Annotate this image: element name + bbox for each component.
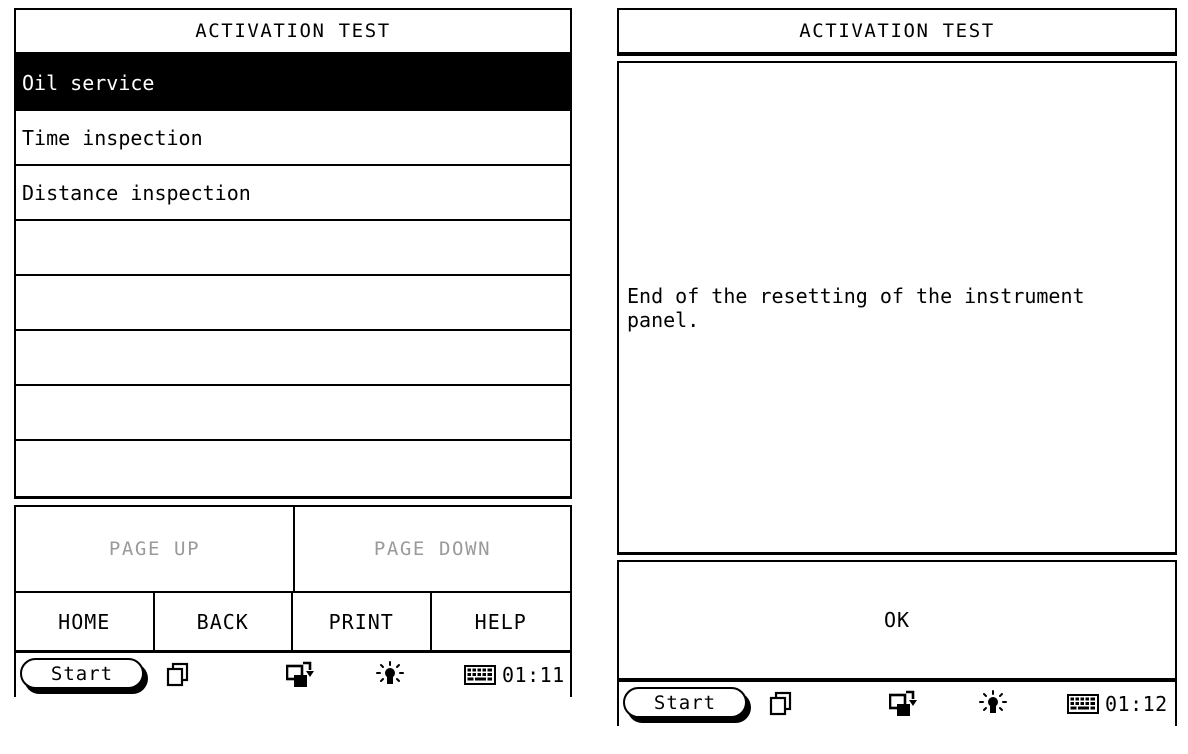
taskbar: Start	[14, 653, 572, 697]
home-button[interactable]: HOME	[16, 593, 155, 650]
brightness-icon[interactable]	[376, 661, 404, 689]
list-item[interactable]	[16, 276, 570, 331]
navigation-button-row: HOME BACK PRINT HELP	[14, 593, 572, 653]
start-button[interactable]: Start	[20, 658, 148, 694]
right-device-panel: ACTIVATION TEST End of the resetting of …	[617, 8, 1177, 748]
list-item[interactable]: Oil service	[16, 56, 570, 111]
device-screenshot: ACTIVATION TEST Oil service Time inspecti…	[0, 0, 1188, 754]
clock: 01:11	[502, 663, 565, 687]
start-button-label: Start	[623, 687, 747, 718]
print-button[interactable]: PRINT	[293, 593, 432, 650]
screen-rotate-icon[interactable]	[286, 661, 316, 689]
list-item[interactable]	[16, 441, 570, 496]
page-up-button[interactable]: PAGE UP	[16, 507, 293, 591]
start-button-label: Start	[20, 658, 144, 689]
paging-button-row: PAGE UP PAGE DOWN	[14, 505, 572, 593]
screen-rotate-icon[interactable]	[889, 690, 919, 718]
page-title: ACTIVATION TEST	[14, 8, 572, 56]
start-button[interactable]: Start	[623, 687, 751, 723]
list-item[interactable]: Time inspection	[16, 111, 570, 166]
back-button[interactable]: BACK	[154, 593, 293, 650]
list-item[interactable]	[16, 331, 570, 386]
list-item[interactable]	[16, 386, 570, 441]
taskbar: Start	[617, 682, 1177, 726]
keyboard-icon[interactable]	[1067, 693, 1099, 715]
message-box: End of the resetting of the instrument p…	[617, 61, 1177, 555]
task-switcher-icon[interactable]	[769, 691, 793, 717]
message-text: End of the resetting of the instrument p…	[627, 283, 1085, 332]
ok-button[interactable]: OK	[617, 560, 1177, 682]
activation-test-list: Oil service Time inspection Distance inspe…	[14, 56, 572, 499]
task-switcher-icon[interactable]	[166, 662, 190, 688]
page-title: ACTIVATION TEST	[617, 8, 1177, 56]
brightness-icon[interactable]	[979, 690, 1007, 718]
list-item[interactable]: Distance inspection	[16, 166, 570, 221]
keyboard-icon[interactable]	[464, 664, 496, 686]
list-item[interactable]	[16, 221, 570, 276]
help-button[interactable]: HELP	[431, 593, 570, 650]
left-device-panel: ACTIVATION TEST Oil service Time inspecti…	[14, 8, 572, 748]
page-down-button[interactable]: PAGE DOWN	[293, 507, 570, 591]
clock: 01:12	[1105, 692, 1168, 716]
